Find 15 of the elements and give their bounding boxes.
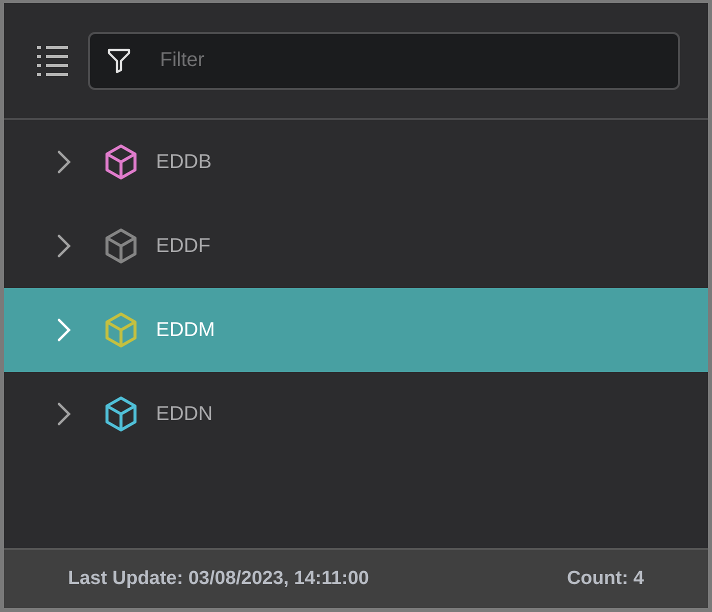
item-label: EDDN xyxy=(156,402,213,426)
item-label: EDDB xyxy=(156,150,212,174)
tree-item[interactable]: EDDB xyxy=(4,120,708,204)
item-label: EDDF xyxy=(156,234,210,258)
chevron-right-icon[interactable] xyxy=(56,402,72,426)
chevron-right-icon[interactable] xyxy=(56,150,72,174)
count-text: Count: 4 xyxy=(566,568,644,590)
filter-field[interactable]: Filter xyxy=(88,32,680,90)
last-update-text: Last Update: 03/08/2023, 14:11:00 xyxy=(68,568,370,590)
tree-item[interactable]: EDDM xyxy=(4,288,708,372)
chevron-right-icon[interactable] xyxy=(56,234,72,258)
tree-item[interactable]: EDDN xyxy=(4,372,708,456)
list-icon[interactable] xyxy=(36,44,70,78)
item-label: EDDM xyxy=(156,318,215,342)
tree-item[interactable]: EDDF xyxy=(4,204,708,288)
